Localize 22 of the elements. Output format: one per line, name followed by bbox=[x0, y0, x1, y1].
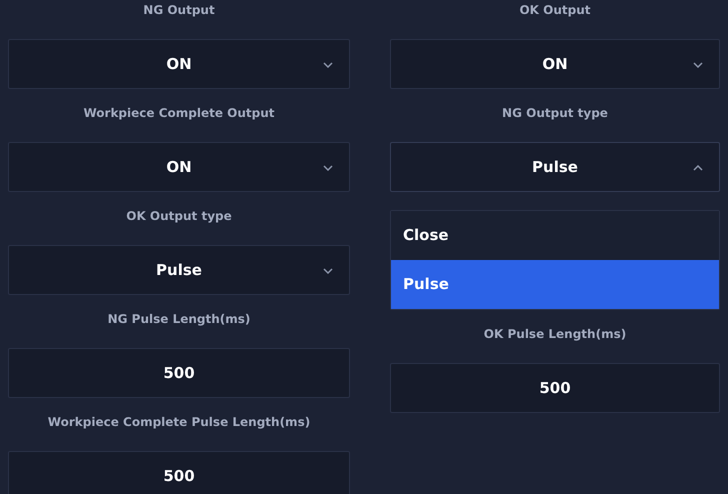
field-label: OK Output bbox=[518, 2, 592, 19]
dropdown-select[interactable]: ON bbox=[8, 142, 350, 192]
dropdown-option[interactable]: Pulse bbox=[391, 260, 719, 309]
field-label: OK Pulse Length(ms) bbox=[482, 326, 628, 343]
dropdown-select[interactable]: ON bbox=[8, 39, 350, 89]
chevron-down-icon bbox=[323, 165, 333, 171]
field-label: NG Output type bbox=[501, 105, 609, 122]
input-field[interactable]: 500 bbox=[390, 363, 720, 413]
dropdown-select[interactable]: Pulse bbox=[8, 245, 350, 295]
field-label: OK Output type bbox=[125, 208, 233, 225]
chevron-down-icon bbox=[693, 62, 703, 68]
input-field[interactable]: 500 bbox=[8, 348, 350, 398]
dropdown-select[interactable]: ON bbox=[390, 39, 720, 89]
chevron-down-icon bbox=[323, 268, 333, 274]
chevron-down-icon bbox=[323, 62, 333, 68]
field-label: Workpiece Complete Pulse Length(ms) bbox=[46, 414, 312, 431]
field-label: NG Output bbox=[142, 2, 216, 19]
field-label: Workpiece Complete Output bbox=[82, 105, 276, 122]
dropdown-select[interactable]: Pulse bbox=[390, 142, 720, 192]
chevron-up-icon bbox=[693, 165, 703, 171]
field-label: NG Pulse Length(ms) bbox=[106, 311, 252, 328]
input-field[interactable]: 500 bbox=[8, 451, 350, 494]
